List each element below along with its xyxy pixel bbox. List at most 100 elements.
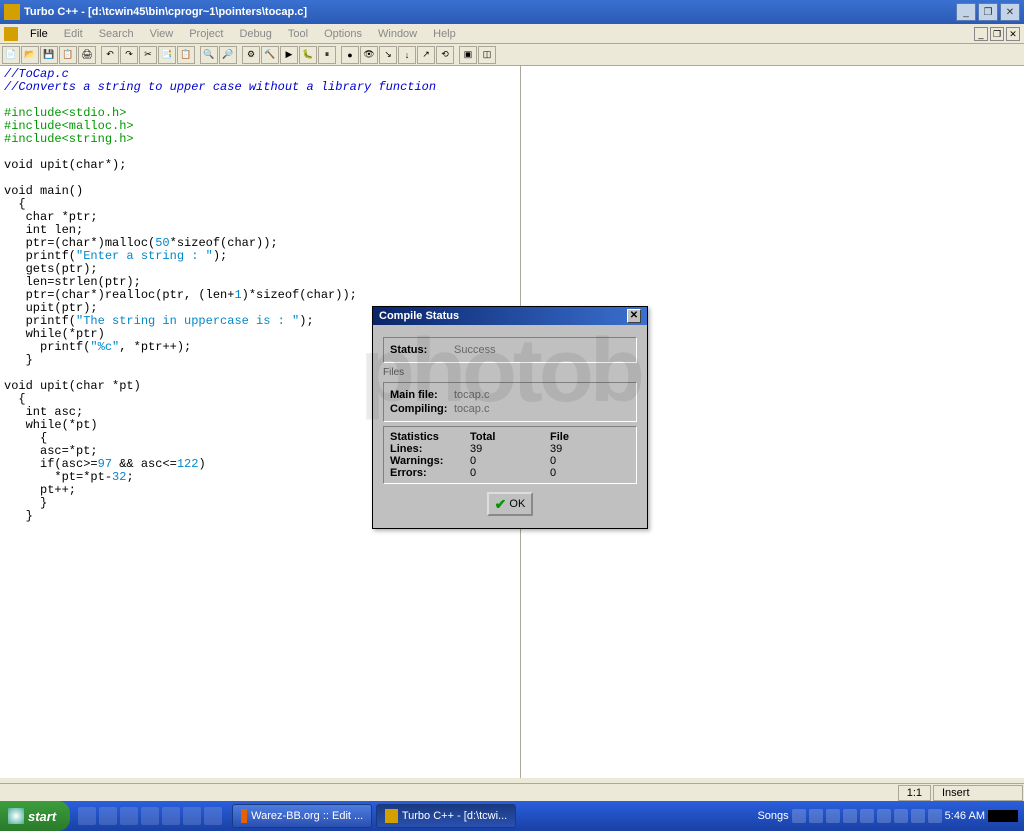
dialog-titlebar[interactable]: Compile Status ✕ [373, 307, 647, 325]
build-icon[interactable]: 🔨 [261, 46, 279, 64]
code-line: upit(ptr); [4, 301, 98, 315]
find-icon[interactable]: 🔍 [200, 46, 218, 64]
tile-icon[interactable]: ◫ [478, 46, 496, 64]
minimize-button[interactable]: _ [956, 3, 976, 21]
mdi-minimize[interactable]: _ [974, 27, 988, 41]
quicklaunch-icon[interactable] [183, 807, 201, 825]
files-section-label: Files [383, 367, 637, 378]
compiling-label: Compiling: [390, 403, 454, 415]
tray-end [988, 810, 1018, 822]
code-line: int len; [4, 223, 83, 237]
save-icon[interactable]: 💾 [40, 46, 58, 64]
compile-status-dialog: Compile Status ✕ Status: Success Files M… [372, 306, 648, 529]
print-icon[interactable]: 🖨 [78, 46, 96, 64]
titlebar: Turbo C++ - [d:\tcwin45\bin\cprogr~1\poi… [0, 0, 1024, 24]
status-label: Status: [390, 344, 454, 356]
code-line: ptr=(char*)malloc( [4, 236, 155, 250]
tray-icon[interactable] [928, 809, 942, 823]
quicklaunch-icon[interactable] [204, 807, 222, 825]
clock[interactable]: 5:46 AM [945, 810, 985, 822]
code-line: asc=*pt; [4, 444, 98, 458]
mdi-maximize[interactable]: ❐ [990, 27, 1004, 41]
code-line: { [4, 431, 47, 445]
tray-icon[interactable] [792, 809, 806, 823]
lines-label: Lines: [390, 443, 470, 455]
mdi-close[interactable]: ✕ [1006, 27, 1020, 41]
code-line: printf( [4, 249, 76, 263]
menu-window[interactable]: Window [370, 26, 425, 42]
code-line: void main() [4, 184, 83, 198]
code-line: //Converts a string to upper case withou… [4, 80, 436, 94]
menu-options[interactable]: Options [316, 26, 370, 42]
menubar: File Edit Search View Project Debug Tool… [0, 24, 1024, 44]
system-tray: Songs 5:46 AM [757, 809, 1024, 823]
run-icon[interactable]: ▶ [280, 46, 298, 64]
tray-icon[interactable] [826, 809, 840, 823]
restart-icon[interactable]: ⟲ [436, 46, 454, 64]
breakpoint-icon[interactable]: ● [341, 46, 359, 64]
quicklaunch-icon[interactable] [120, 807, 138, 825]
code-line: char *ptr; [4, 210, 98, 224]
cut-icon[interactable]: ✂ [139, 46, 157, 64]
maximize-button[interactable]: ❐ [978, 3, 998, 21]
menu-file[interactable]: File [22, 26, 56, 42]
code-line: printf( [4, 314, 76, 328]
tray-icon[interactable] [860, 809, 874, 823]
code-line: while(*ptr) [4, 327, 105, 341]
firefox-icon [241, 809, 247, 823]
tray-icon[interactable] [843, 809, 857, 823]
close-button[interactable]: ✕ [1000, 3, 1020, 21]
app-icon [4, 4, 20, 20]
new-file-icon[interactable]: 📄 [2, 46, 20, 64]
quicklaunch-icon[interactable] [78, 807, 96, 825]
quicklaunch-icon[interactable] [141, 807, 159, 825]
menu-search[interactable]: Search [91, 26, 142, 42]
redo-icon[interactable]: ↷ [120, 46, 138, 64]
code-line: printf( [4, 340, 90, 354]
menu-edit[interactable]: Edit [56, 26, 91, 42]
code-line: #include<stdio.h> [4, 106, 126, 120]
pause-icon[interactable]: ⏸ [318, 46, 336, 64]
step-icon[interactable]: ↘ [379, 46, 397, 64]
paste-icon[interactable]: 📋 [177, 46, 195, 64]
quicklaunch-icon[interactable] [162, 807, 180, 825]
tray-icon[interactable] [911, 809, 925, 823]
menu-tool[interactable]: Tool [280, 26, 316, 42]
menu-debug[interactable]: Debug [231, 26, 279, 42]
watch-icon[interactable]: 👁 [360, 46, 378, 64]
check-icon: ✔ [495, 496, 507, 513]
taskbar-button-firefox[interactable]: Warez-BB.org :: Edit ... [232, 804, 372, 828]
copy-icon[interactable]: 📑 [158, 46, 176, 64]
code-line: //ToCap.c [4, 67, 69, 81]
code-line: } [4, 509, 33, 523]
status-value: Success [454, 344, 496, 356]
quicklaunch-icon[interactable] [99, 807, 117, 825]
menu-help[interactable]: Help [425, 26, 464, 42]
debug-icon[interactable]: 🐛 [299, 46, 317, 64]
ok-button[interactable]: ✔ OK [487, 492, 533, 516]
tray-icon[interactable] [877, 809, 891, 823]
code-line: } [4, 496, 47, 510]
compile-icon[interactable]: ⚙ [242, 46, 260, 64]
code-line: pt++; [4, 483, 76, 497]
mainfile-label: Main file: [390, 389, 454, 401]
menu-view[interactable]: View [142, 26, 182, 42]
tray-icon[interactable] [809, 809, 823, 823]
songs-label[interactable]: Songs [757, 810, 788, 822]
stepout-icon[interactable]: ↗ [417, 46, 435, 64]
window-icon[interactable]: ▣ [459, 46, 477, 64]
turboc-icon [385, 809, 398, 823]
tray-icon[interactable] [894, 809, 908, 823]
find-next-icon[interactable]: 🔎 [219, 46, 237, 64]
save-all-icon[interactable]: 📋 [59, 46, 77, 64]
code-line: { [4, 392, 26, 406]
status-bar: 1:1 Insert [0, 783, 1024, 801]
taskbar-button-turboc[interactable]: Turbo C++ - [d:\tcwi... [376, 804, 516, 828]
start-button[interactable]: start [0, 801, 70, 831]
taskbar: start Warez-BB.org :: Edit ... Turbo C++… [0, 801, 1024, 831]
undo-icon[interactable]: ↶ [101, 46, 119, 64]
dialog-close-button[interactable]: ✕ [627, 309, 641, 323]
menu-project[interactable]: Project [181, 26, 231, 42]
trace-icon[interactable]: ↓ [398, 46, 416, 64]
open-icon[interactable]: 📂 [21, 46, 39, 64]
